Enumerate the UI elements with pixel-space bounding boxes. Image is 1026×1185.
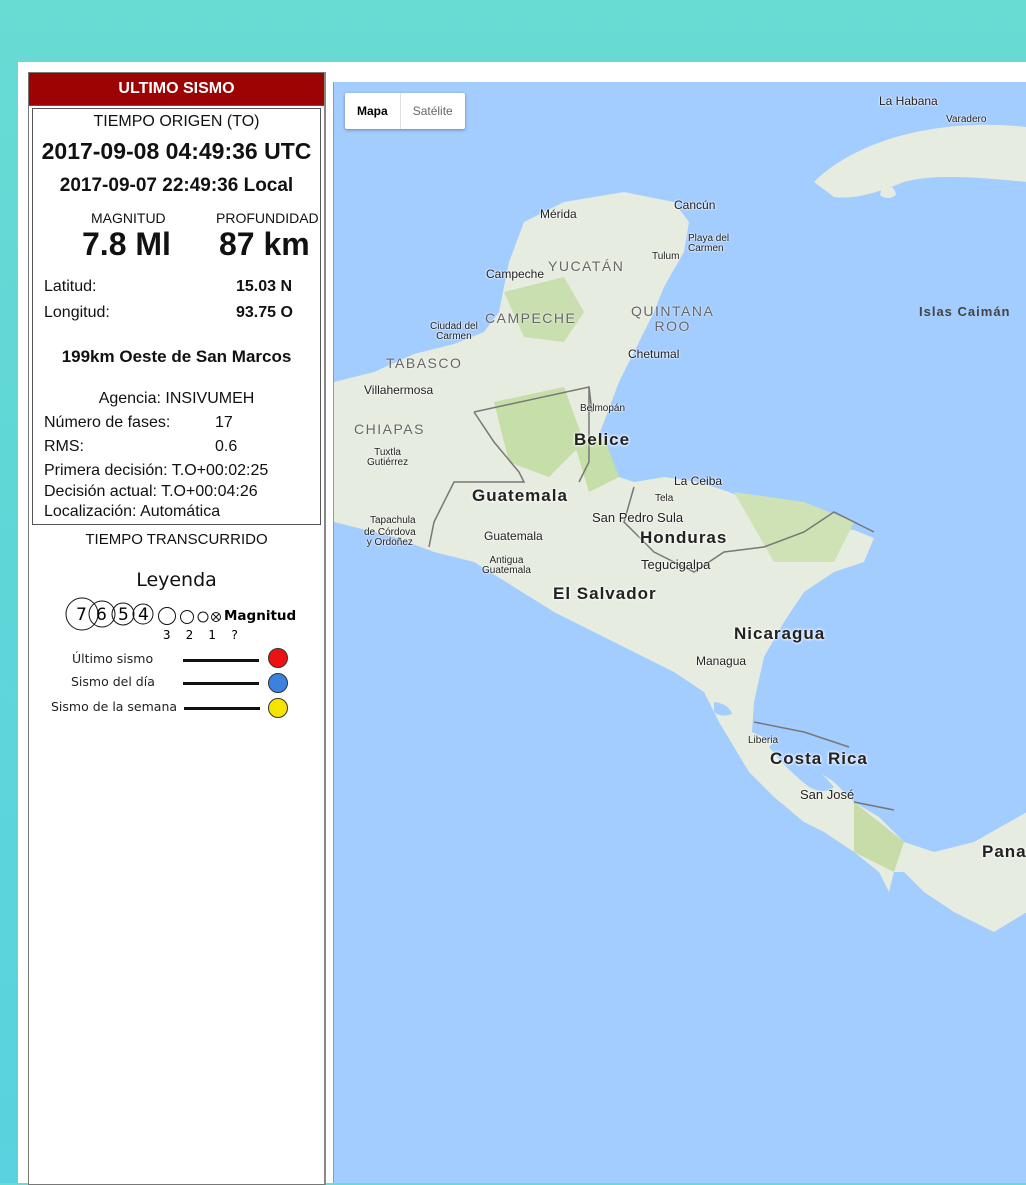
label-chetumal: Chetumal [628,347,680,361]
label-costa-rica: Costa Rica [770,749,868,768]
legend-last-quake-label: Último sismo [72,651,154,666]
panel-header: ULTIMO SISMO [29,73,324,106]
magnitude-circle-3 [158,607,176,625]
location-text: 199km Oeste de San Marcos [61,347,292,366]
magnitude-digit-5: 5 [118,605,129,625]
label-tela: Tela [655,493,674,504]
magnitude-word: Magnitud [224,608,297,624]
label-tegucigalpa: Tegucigalpa [641,557,711,572]
longitude-label: Longitud: [44,304,110,321]
label-belice: Belice [574,430,631,449]
utc-time: 2017-09-08 04:49:36 UTC [41,138,312,164]
label-islas-caiman: Islas Caimán [919,304,1011,319]
label-chiapas: CHIAPAS [354,421,425,437]
label-tuxtla-gutierrez: Tuxtla Gutiérrez [367,447,409,468]
latitude-label: Latitud: [44,278,97,295]
label-campeche-city: Campeche [486,267,545,281]
magnitude-small-digits: 3 2 1 ? [163,627,239,642]
label-honduras: Honduras [640,528,728,547]
label-panama: Pana [982,842,1026,861]
label-quintana-roo: QUINTANA ROO [631,303,715,334]
map-type-map-button[interactable]: Mapa [345,93,401,129]
magnitude-value: 7.8 Ml [82,226,171,262]
label-la-habana: La Habana [879,94,938,108]
label-belmopan: Belmopán [580,403,626,414]
magnitude-label: MAGNITUD [91,210,166,226]
local-time: 2017-09-07 22:49:36 Local [59,175,294,196]
label-nicaragua: Nicaragua [734,624,826,643]
label-cancun: Cancún [674,198,716,212]
legend-day-quake-dot [268,673,288,693]
map-land [334,124,1026,932]
longitude-value: 93.75 O [236,304,293,321]
label-guatemala-country: Guatemala [472,486,568,505]
label-liberia: Liberia [748,735,779,746]
label-yucatan: YUCATÁN [548,258,625,274]
legend-week-quake-line [184,707,260,710]
origin-time-label: TIEMPO ORIGEN (TO) [93,113,260,130]
map-type-satellite-button[interactable]: Satélite [401,93,465,129]
label-san-jose: San José [800,787,855,802]
current-decision: Decisión actual: T.O+00:04:26 [44,483,258,500]
rms-label: RMS: [44,438,84,455]
map-type-toggle: Mapa Satélite [345,93,465,129]
legend-week-quake-dot [268,698,288,718]
label-san-pedro-sula: San Pedro Sula [592,510,684,525]
label-ciudad-del-carmen: Ciudad del Carmen [430,321,478,342]
last-quake-info: TIEMPO ORIGEN (TO) 2017-09-08 04:49:36 U… [32,108,321,525]
label-la-ceiba: La Ceiba [674,474,723,488]
cuba-landmass [814,124,1026,198]
label-cordova: de Córdova y Ordoñez [364,527,416,548]
depth-label: PROFUNDIDAD [216,210,319,226]
magnitude-circle-2 [180,610,194,624]
map-canvas[interactable]: Mapa Satélite La Habana Varadero Mérida … [333,82,1026,1183]
label-tulum: Tulum [652,251,680,262]
agency: Agencia: INSIVUMEH [98,390,255,407]
label-campeche-state: CAMPECHE [485,310,577,326]
label-tabasco: TABASCO [386,355,463,371]
label-merida: Mérida [540,207,577,221]
label-villahermosa: Villahermosa [364,383,434,397]
magnitude-circle-1 [197,611,209,623]
label-antigua: Antigua Guatemala [482,555,531,576]
label-tapachula: Tapachula [370,515,416,526]
legend-last-quake-dot [268,648,288,668]
label-el-salvador: El Salvador [553,584,657,603]
label-varadero: Varadero [946,114,987,125]
isla-juventud [880,186,896,198]
label-playa-del-carmen: Playa del Carmen [688,233,730,254]
legend-day-quake-line [183,682,259,685]
legend-last-quake-line [183,659,259,662]
rms-value: 0.6 [215,438,238,455]
legend-week-quake-label: Sismo de la semana [51,699,178,714]
phases-value: 17 [215,414,233,431]
label-managua: Managua [696,654,747,668]
magnitude-digit-6: 6 [96,605,107,625]
forest-costa-rica [854,802,904,872]
earthquake-panel: ULTIMO SISMO TIEMPO ORIGEN (TO) 2017-09-… [28,72,326,1185]
magnitude-digit-4: 4 [138,605,149,625]
legend-title: Leyenda [136,569,217,591]
label-guatemala-city: Guatemala [484,529,543,543]
phases-label: Número de fases: [44,414,171,431]
elapsed-time-label: TIEMPO TRANSCURRIDO [85,531,268,548]
latitude-value: 15.03 N [236,278,293,295]
localization: Localización: Automática [44,503,221,520]
page-frame: ULTIMO SISMO TIEMPO ORIGEN (TO) 2017-09-… [18,62,1026,1185]
first-decision: Primera decisión: T.O+00:02:25 [44,462,269,479]
magnitude-digit-7: 7 [76,605,87,625]
depth-value: 87 km [219,226,310,262]
legend-day-quake-label: Sismo del día [71,674,155,689]
